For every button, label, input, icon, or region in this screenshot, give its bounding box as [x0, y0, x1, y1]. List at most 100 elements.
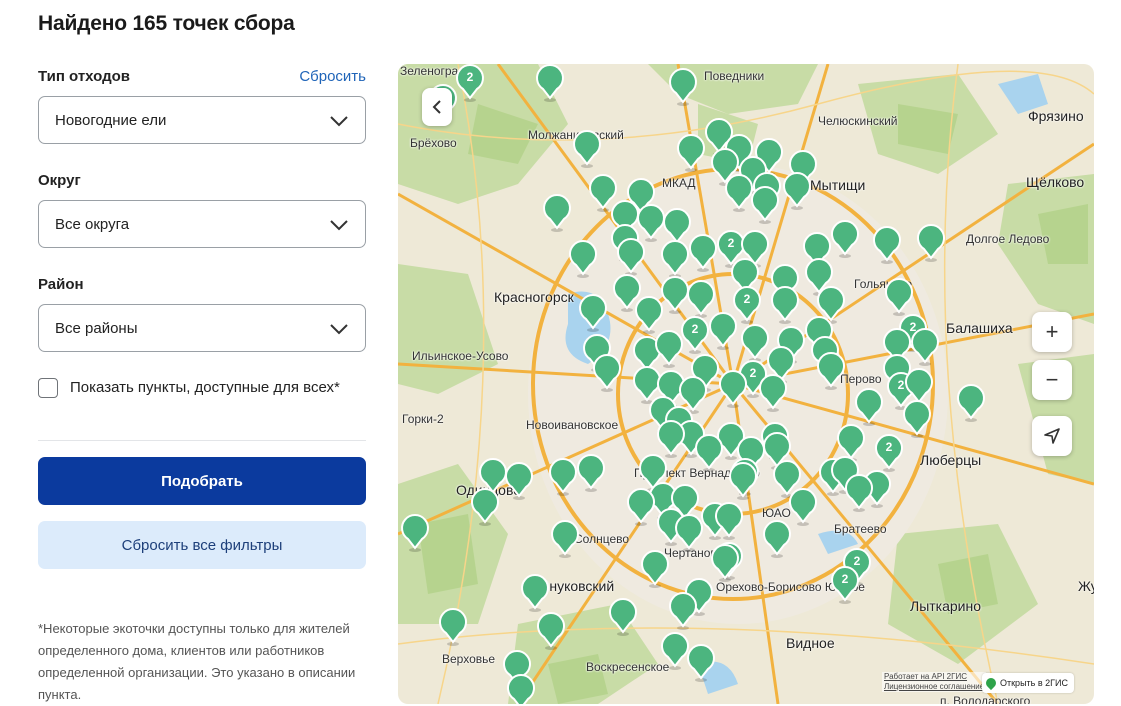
map-collection-point-marker[interactable]: [830, 220, 860, 258]
map-collection-point-marker[interactable]: [542, 194, 572, 232]
map-collection-point-marker[interactable]: [504, 462, 534, 500]
map-collection-point-marker[interactable]: [668, 68, 698, 106]
map-place-label: Жуковский: [1078, 578, 1094, 594]
map-collection-point-marker[interactable]: [708, 312, 738, 350]
district-select[interactable]: Все округа: [38, 200, 366, 248]
chevron-down-icon: [330, 116, 348, 127]
area-select[interactable]: Все районы: [38, 304, 366, 352]
license-link[interactable]: Лицензионное соглашение: [884, 682, 984, 692]
area-value: Все районы: [55, 319, 138, 337]
open-2gis-button[interactable]: Открыть в 2ГИС: [982, 673, 1074, 693]
map-collection-point-marker[interactable]: [548, 458, 578, 496]
map-collection-point-marker[interactable]: [438, 608, 468, 646]
map-collection-point-marker[interactable]: [884, 278, 914, 316]
map-pin-icon: [957, 384, 985, 422]
map-collection-point-marker[interactable]: [626, 488, 656, 526]
map-collection-point-marker[interactable]: [770, 286, 800, 324]
map-collection-point-marker[interactable]: [654, 330, 684, 368]
map-collection-point-marker[interactable]: [660, 240, 690, 278]
map-collection-point-marker[interactable]: [550, 520, 580, 558]
map-collection-point-marker[interactable]: [400, 514, 430, 552]
map-pin-icon: [669, 68, 697, 106]
map-collection-point-marker[interactable]: [616, 238, 646, 276]
map-pin-icon: [569, 240, 597, 278]
map-collection-point-marker[interactable]: [916, 224, 946, 262]
map-collection-point-marker[interactable]: [816, 352, 846, 390]
chevron-down-icon: [330, 324, 348, 335]
map-collection-point-marker[interactable]: [714, 502, 744, 540]
map-collection-point-marker[interactable]: [788, 488, 818, 526]
map-pin-icon: [687, 644, 715, 682]
map-place-label: Фрязино: [1028, 108, 1084, 124]
map-collection-point-marker[interactable]: [762, 520, 792, 558]
map-collection-point-marker[interactable]: [686, 644, 716, 682]
map-collection-point-marker[interactable]: [506, 674, 536, 704]
map-pin-icon: [641, 550, 669, 588]
map-pin-icon: [855, 388, 883, 426]
map-cluster-marker[interactable]: 2: [874, 434, 904, 472]
map-place-label: Перово: [840, 372, 882, 386]
map-collection-point-marker[interactable]: [568, 240, 598, 278]
map-collection-point-marker[interactable]: [694, 434, 724, 472]
api-attribution[interactable]: Работает на API 2ГИС: [884, 672, 984, 682]
collapse-panel-button[interactable]: [422, 88, 452, 126]
map-collection-point-marker[interactable]: [592, 354, 622, 392]
reset-all-button[interactable]: Сбросить все фильтры: [38, 521, 366, 569]
map-collection-point-marker[interactable]: [758, 374, 788, 412]
map-collection-point-marker[interactable]: [640, 550, 670, 588]
map-collection-point-marker[interactable]: [844, 474, 874, 512]
map-collection-point-marker[interactable]: [688, 234, 718, 272]
map-collection-point-marker[interactable]: [854, 388, 884, 426]
map-place-label: Брёхово: [410, 136, 457, 150]
map-place-label: п. Володарского: [940, 694, 1031, 704]
map-pin-icon: [903, 400, 931, 438]
map[interactable]: Зеленоград Поведники Челюскинский Фрязино Бр…: [398, 64, 1094, 704]
map-pin-icon: [507, 674, 535, 704]
map-cluster-marker[interactable]: 2: [455, 64, 485, 102]
map-collection-point-marker[interactable]: [535, 64, 565, 102]
apply-button[interactable]: Подобрать: [38, 457, 366, 505]
map-place-label: Красногорск: [494, 289, 574, 305]
map-pin-icon: [401, 514, 429, 552]
locate-button[interactable]: [1032, 416, 1072, 456]
map-cluster-marker[interactable]: 2: [830, 566, 860, 604]
map-collection-point-marker[interactable]: [782, 172, 812, 210]
map-collection-point-marker[interactable]: [668, 592, 698, 630]
map-pin-icon: [845, 474, 873, 512]
chevron-left-icon: [432, 100, 441, 114]
reset-waste-type-link[interactable]: Сбросить: [299, 68, 366, 85]
map-collection-point-marker[interactable]: [872, 226, 902, 264]
map-collection-point-marker[interactable]: [956, 384, 986, 422]
map-collection-point-marker[interactable]: [728, 462, 758, 500]
map-collection-point-marker[interactable]: [470, 488, 500, 526]
zoom-in-button[interactable]: +: [1032, 312, 1072, 352]
map-pin-icon: [439, 608, 467, 646]
show-public-checkbox[interactable]: [38, 378, 58, 398]
map-collection-point-marker[interactable]: [656, 420, 686, 458]
map-collection-point-marker[interactable]: [536, 612, 566, 650]
map-collection-point-marker[interactable]: [718, 370, 748, 408]
waste-type-select[interactable]: Новогодние ели: [38, 96, 366, 144]
map-attribution: Работает на API 2ГИС Лицензионное соглаш…: [882, 672, 987, 692]
map-collection-point-marker[interactable]: [910, 328, 940, 366]
map-collection-point-marker[interactable]: [578, 294, 608, 332]
map-pin-icon: [719, 370, 747, 408]
map-place-label: Поведники: [704, 69, 765, 83]
map-collection-point-marker[interactable]: [674, 514, 704, 552]
show-public-label[interactable]: Показать пункты, доступные для всех*: [70, 377, 340, 399]
map-collection-point-marker[interactable]: [750, 186, 780, 224]
map-collection-point-marker[interactable]: [608, 598, 638, 636]
map-pin-icon: [536, 64, 564, 102]
map-collection-point-marker[interactable]: [520, 574, 550, 612]
map-collection-point-marker[interactable]: [634, 296, 664, 334]
map-cluster-marker[interactable]: 2: [680, 316, 710, 354]
map-collection-point-marker[interactable]: [676, 134, 706, 172]
map-collection-point-marker[interactable]: [576, 454, 606, 492]
map-pin-icon: [577, 454, 605, 492]
map-collection-point-marker[interactable]: [902, 400, 932, 438]
map-collection-point-marker[interactable]: [572, 130, 602, 168]
map-place-label: Балашиха: [946, 320, 1013, 336]
map-collection-point-marker[interactable]: [710, 544, 740, 582]
zoom-out-button[interactable]: −: [1032, 360, 1072, 400]
map-pin-icon: [617, 238, 645, 276]
